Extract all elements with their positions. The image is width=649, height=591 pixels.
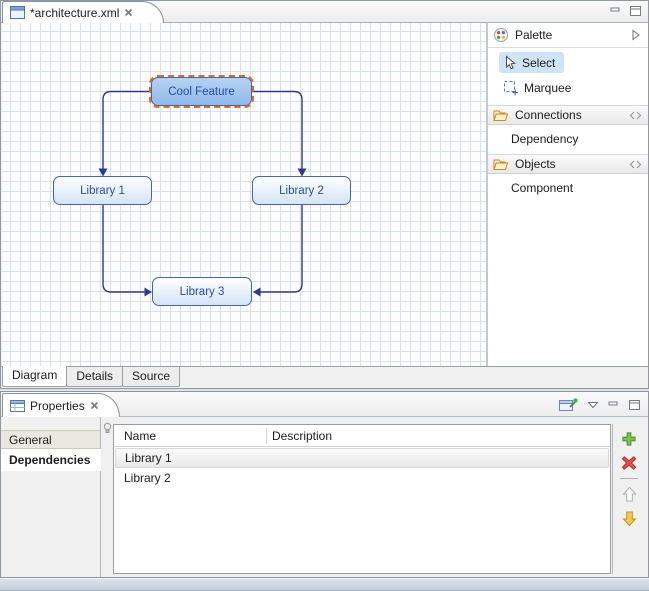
maximize-icon[interactable]: [628, 399, 641, 411]
palette: Palette Select Marquee Connections: [486, 23, 648, 366]
pin-open-icon[interactable]: [629, 111, 642, 120]
edge-library1-library3[interactable]: [103, 205, 145, 292]
palette-tool-label: Marquee: [524, 81, 571, 95]
palette-group-objects[interactable]: Objects: [488, 154, 648, 174]
editor-part: *architecture.xml: [0, 0, 649, 389]
folder-open-icon: [493, 158, 509, 171]
minimize-icon[interactable]: [610, 5, 621, 17]
table-row-library-1[interactable]: Library 1: [115, 448, 609, 468]
edge-coolfeature-library1[interactable]: [103, 92, 151, 170]
palette-tool-label: Select: [522, 56, 555, 70]
pin-open-icon[interactable]: [629, 160, 642, 169]
properties-view-tab[interactable]: Properties: [2, 393, 120, 417]
node-label: Library 3: [180, 286, 225, 298]
move-down-icon[interactable]: [620, 509, 638, 527]
node-library-3[interactable]: Library 3: [152, 277, 252, 306]
column-header-name[interactable]: Name: [124, 425, 156, 447]
node-label: Library 2: [279, 185, 324, 197]
properties-tab-list: General Dependencies: [1, 417, 101, 577]
properties-tab-bar: Properties: [1, 392, 648, 417]
tab-general[interactable]: General: [1, 430, 100, 449]
column-divider[interactable]: [266, 428, 267, 444]
dependency-actions: [620, 430, 642, 533]
tab-dependencies[interactable]: Dependencies: [1, 449, 101, 471]
dependencies-table: Name Description Library 1 Library 2: [113, 424, 611, 574]
maximize-icon[interactable]: [629, 5, 642, 17]
node-label: Library 1: [80, 185, 125, 197]
palette-item-label: Component: [511, 181, 573, 195]
edge-library2-library3[interactable]: [261, 205, 303, 292]
pin-view-icon[interactable]: [559, 397, 578, 412]
cell-name: Library 1: [125, 451, 172, 465]
page-tab-source[interactable]: Source: [122, 367, 180, 387]
edge-coolfeature-library2[interactable]: [252, 92, 302, 170]
close-icon[interactable]: [90, 401, 99, 410]
palette-group-connections[interactable]: Connections: [488, 105, 648, 125]
properties-view-title: Properties: [30, 399, 85, 413]
node-library-2[interactable]: Library 2: [252, 176, 351, 205]
editor-file-icon: [10, 6, 25, 19]
folder-open-icon: [493, 109, 509, 122]
arrowhead-icon: [145, 288, 153, 297]
page-tab-diagram[interactable]: Diagram: [2, 366, 67, 387]
node-library-1[interactable]: Library 1: [53, 176, 152, 205]
divider: [612, 424, 613, 574]
select-cursor-icon: [503, 55, 517, 71]
editor-tab-title: *architecture.xml: [30, 6, 119, 20]
add-icon[interactable]: [620, 430, 638, 448]
move-up-icon[interactable]: [620, 485, 638, 503]
divider: [620, 478, 638, 479]
palette-item-component[interactable]: Component: [488, 178, 648, 198]
node-cool-feature[interactable]: Cool Feature: [151, 77, 252, 106]
palette-header[interactable]: Palette: [488, 23, 648, 48]
delete-icon[interactable]: [620, 454, 638, 472]
view-menu-icon[interactable]: [587, 401, 599, 409]
palette-title: Palette: [515, 28, 552, 42]
editor-tab-bar: *architecture.xml: [1, 1, 648, 23]
close-icon[interactable]: [124, 8, 133, 17]
window-bottom-trim: [0, 578, 649, 591]
diagram-canvas[interactable]: Cool Feature Library 1 Library 2 Library…: [2, 23, 486, 366]
palette-tool-marquee[interactable]: Marquee: [499, 77, 580, 98]
cell-name: Library 2: [124, 471, 171, 485]
palette-group-label: Connections: [515, 108, 582, 122]
palette-collapse-icon[interactable]: [631, 29, 641, 41]
table-row-library-2[interactable]: Library 2: [114, 468, 610, 489]
editor-page-tabs: DiagramDetailsSource: [1, 366, 648, 388]
column-header-description[interactable]: Description: [272, 425, 332, 447]
palette-item-label: Dependency: [511, 132, 578, 146]
properties-table-icon: [10, 400, 25, 412]
marquee-icon: [503, 80, 519, 96]
palette-icon: [493, 27, 509, 43]
page-tab-details[interactable]: Details: [66, 367, 123, 387]
palette-tool-select[interactable]: Select: [499, 52, 564, 73]
table-header: Name Description: [114, 425, 610, 447]
palette-item-dependency[interactable]: Dependency: [488, 129, 648, 149]
lightbulb-icon: [103, 422, 112, 434]
minimize-icon[interactable]: [608, 399, 619, 411]
arrowhead-icon: [253, 288, 261, 297]
node-label: Cool Feature: [168, 86, 234, 98]
palette-group-label: Objects: [515, 157, 556, 171]
properties-view: Properties General Dependencies: [0, 391, 649, 578]
editor-tab-architecture-xml[interactable]: *architecture.xml: [2, 1, 164, 23]
